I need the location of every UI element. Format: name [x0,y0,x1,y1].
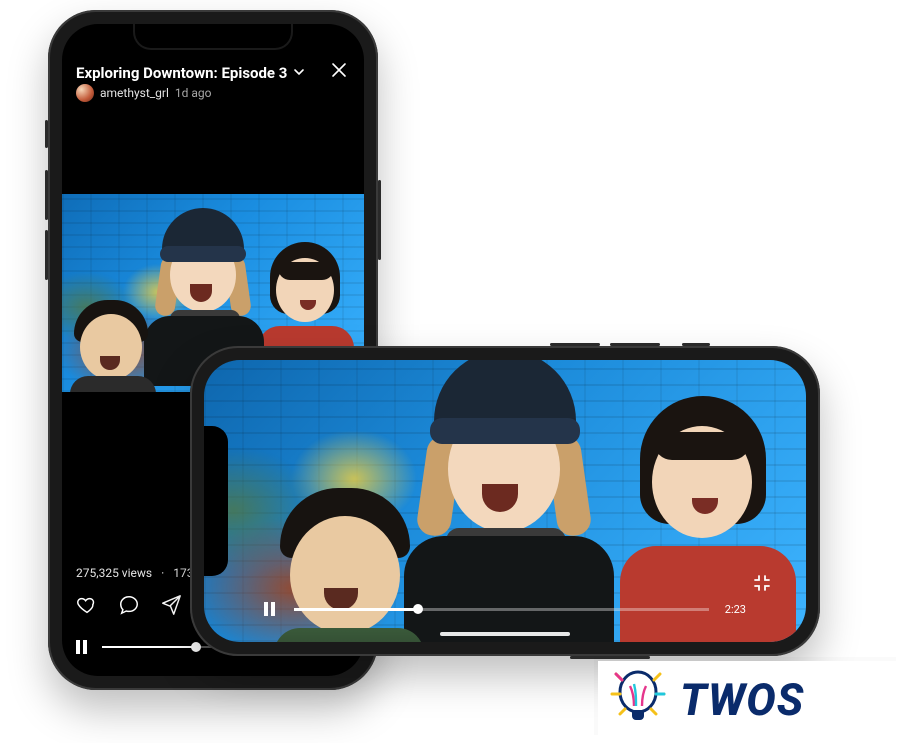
notch [204,426,228,576]
video-header: Exploring Downtown: Episode 3 [76,60,350,85]
phone-landscape-frame: 2:23 [190,346,820,656]
playback-bar: 2:23 [264,602,746,616]
elapsed-time: 2:23 [725,603,746,616]
volume-up-button [610,343,660,346]
canvas: Exploring Downtown: Episode 3 amethyst_g… [0,0,904,743]
pause-button[interactable] [76,640,90,654]
watermark-badge: TWOS [598,661,900,739]
avatar [76,84,94,102]
lightbulb-icon [608,664,668,736]
video-frame-illustration [204,360,806,642]
volume-up-button [45,170,48,220]
video-title[interactable]: Exploring Downtown: Episode 3 [76,64,287,82]
notch [133,24,293,50]
views-count: 275,325 views [76,566,152,580]
pause-button[interactable] [264,602,278,616]
volume-down-button [45,230,48,280]
progress-track[interactable] [294,608,709,611]
comment-icon[interactable] [118,594,140,616]
progress-knob[interactable] [191,642,201,652]
exit-fullscreen-icon[interactable] [752,573,772,597]
power-button [570,656,650,659]
home-indicator[interactable] [440,632,570,636]
chevron-down-icon[interactable] [293,63,305,82]
like-icon[interactable] [76,594,98,616]
mute-switch [682,343,710,346]
author-row[interactable]: amethyst_grl 1d ago [76,84,212,102]
mute-switch [45,120,48,148]
phone-landscape-screen: 2:23 [204,360,806,642]
progress-fill [102,646,196,648]
stats-separator: · [161,566,164,580]
volume-down-button [550,343,600,346]
power-button [378,180,381,260]
timestamp: 1d ago [175,86,212,100]
username: amethyst_grl [100,86,169,100]
progress-fill [294,608,418,611]
progress-knob[interactable] [413,604,423,614]
close-icon[interactable] [328,60,350,85]
share-icon[interactable] [160,594,182,616]
video-player-fullscreen[interactable] [204,360,806,642]
watermark-text: TWOS [680,674,804,726]
